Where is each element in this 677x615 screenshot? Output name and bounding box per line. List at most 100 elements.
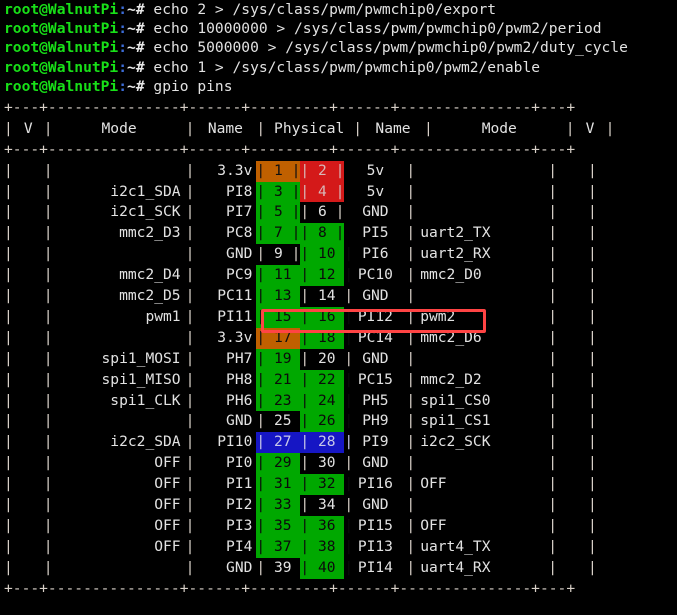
- table-row[interactable]: ||pwm1|PI11| 15 || 16 |PI12|pwm2||: [4, 306, 614, 328]
- cell-name-right: GND: [362, 287, 389, 305]
- table-row[interactable]: ||OFF|PI0| 29 || 30 |GND|||: [4, 453, 614, 475]
- cell-mode-right: spi1_CS1: [420, 412, 491, 430]
- pin-number-left: 27: [273, 433, 292, 451]
- column-divider: |: [548, 203, 557, 221]
- pin-cell-right[interactable]: | 30 |: [300, 453, 353, 475]
- pin-cell-left[interactable]: | 1 |: [256, 160, 301, 182]
- column-divider: |: [605, 119, 615, 137]
- pin-cell-right[interactable]: | 6 |: [300, 202, 345, 224]
- column-divider: |: [4, 537, 13, 555]
- pin-cell-left[interactable]: | 11 |: [256, 265, 309, 287]
- column-divider: |: [4, 245, 13, 263]
- pin-cell-right[interactable]: | 32 |: [300, 474, 353, 495]
- pin-cell-left[interactable]: | 17 |: [256, 327, 309, 349]
- column-divider: |: [548, 537, 557, 555]
- column-divider: |: [43, 558, 53, 576]
- pin-cell-right[interactable]: | 8 |: [300, 223, 345, 245]
- pin-cell-right[interactable]: | 14 |: [300, 286, 353, 307]
- table-row[interactable]: ||OFF|PI1| 31 || 32 |PI16|OFF||: [4, 474, 614, 495]
- pin-cell-left[interactable]: | 31 |: [256, 474, 309, 495]
- pin-number-right: 32: [317, 475, 336, 493]
- table-row[interactable]: | | mmc2_D3 | PC8 | 7 || 8 | PI5 | uart2_TX | |: [4, 223, 614, 245]
- pin-cell-left[interactable]: | 29 |: [256, 453, 309, 475]
- gpio-pin-table: +---+---------------+------+---------+--…: [4, 98, 614, 599]
- column-divider: |: [548, 516, 557, 534]
- pin-cell-left[interactable]: | 15 |: [256, 306, 309, 328]
- column-divider: |: [587, 370, 597, 388]
- table-row[interactable]: |||GND| 25 || 26 |PH9|spi1_CS1||: [4, 411, 614, 433]
- cell-mode-left: mmc2_D5: [119, 287, 181, 305]
- cell-mode-right: uart2_RX: [420, 245, 491, 263]
- prompt-path: ~: [127, 77, 136, 95]
- column-divider: |: [587, 495, 597, 513]
- table-row[interactable]: ||spi1_CLK|PH6| 23 || 24 |PH5|spi1_CS0||: [4, 390, 614, 412]
- column-divider: |: [43, 391, 53, 409]
- table-row[interactable]: | | i2c1_SCK | PI7 | 5 || 6 | GND | | |: [4, 202, 614, 224]
- prompt-path: ~: [127, 1, 136, 18]
- table-row[interactable]: ||mmc2_D5|PC11| 13 || 14 |GND|||: [4, 286, 614, 307]
- pin-cell-right[interactable]: | 38 |: [300, 536, 353, 558]
- cell-name-right: PI14: [357, 558, 393, 576]
- table-row[interactable]: ||spi1_MISO|PH8| 21 || 22 |PC15|mmc2_D2|…: [4, 369, 614, 391]
- pin-cell-right[interactable]: | 28 |: [300, 432, 353, 454]
- column-divider: |: [43, 307, 53, 325]
- pin-cell-right[interactable]: | 10 |: [300, 244, 353, 266]
- pin-cell-right[interactable]: | 16 |: [300, 306, 353, 328]
- pin-cell-right[interactable]: | 36 |: [300, 515, 353, 537]
- pin-cell-right[interactable]: | 12 |: [300, 265, 353, 287]
- pin-cell-right[interactable]: | 18 |: [300, 327, 353, 349]
- column-divider: |: [4, 119, 13, 137]
- column-divider: |: [587, 475, 597, 493]
- pin-cell-left[interactable]: | 19 |: [256, 348, 309, 370]
- prompt-sigil: #: [135, 58, 145, 76]
- pin-cell-right[interactable]: | 34 |: [300, 494, 353, 516]
- prompt-colon: :: [118, 77, 128, 95]
- column-divider: |: [43, 224, 53, 242]
- column-divider: |: [548, 454, 557, 472]
- pin-cell-left[interactable]: | 27 |: [256, 432, 309, 454]
- table-row[interactable]: |||3.3v| 17 || 18 |PC14|mmc2_D6||: [4, 327, 614, 349]
- pin-cell-right[interactable]: | 26 |: [300, 411, 353, 433]
- pin-cell-right[interactable]: | 2 |: [300, 160, 345, 182]
- pin-cell-left[interactable]: | 21 |: [256, 369, 309, 391]
- column-divider: |: [43, 433, 53, 451]
- pin-cell-left[interactable]: | 23 |: [256, 390, 309, 412]
- pin-cell-right[interactable]: | 40 |: [300, 557, 353, 579]
- pin-cell-left[interactable]: | 5 |: [256, 202, 301, 224]
- table-row[interactable]: | | i2c1_SDA | PI8 | 3 || 4 | 5v | | |: [4, 181, 614, 203]
- table-row[interactable]: ||spi1_MOSI|PH7| 19 || 20 |GND|||: [4, 348, 614, 370]
- table-row[interactable]: ||i2c2_SDA|PI10| 27 || 28 |PI9|i2c2_SCK|…: [4, 432, 614, 454]
- table-row[interactable]: ||mmc2_D4|PC9| 11 || 12 |PC10|mmc2_D0||: [4, 265, 614, 287]
- pin-cell-right[interactable]: | 24 |: [300, 390, 353, 412]
- header-v-right: V: [585, 119, 595, 137]
- column-divider: |: [587, 433, 597, 451]
- table-row[interactable]: | | | GND | 9 || 10 | PI6 | uart2_RX | |: [4, 244, 614, 266]
- column-divider: |: [548, 266, 557, 284]
- pin-number-right: 12: [317, 266, 336, 284]
- pin-cell-left[interactable]: | 33 |: [256, 494, 309, 516]
- table-row[interactable]: ||OFF|PI4| 37 || 38 |PI13|uart4_TX||: [4, 536, 614, 558]
- table-row[interactable]: |||GND| 39 || 40 |PI14|uart4_RX||: [4, 557, 614, 579]
- pin-cell-left[interactable]: | 3 |: [256, 181, 301, 203]
- pin-cell-right[interactable]: | 4 |: [300, 181, 345, 203]
- cell-name-left: PI10: [217, 433, 253, 451]
- pin-cell-left[interactable]: | 7 |: [256, 223, 301, 245]
- pin-cell-left[interactable]: | 39 |: [256, 557, 309, 579]
- table-row[interactable]: | | | 3.3v | 1 || 2 | 5v | | |: [4, 160, 614, 182]
- table-row[interactable]: ||OFF|PI2| 33 || 34 |GND|||: [4, 494, 614, 516]
- pin-cell-left[interactable]: | 35 |: [256, 515, 309, 537]
- column-divider: |: [185, 119, 195, 137]
- pin-cell-left[interactable]: | 25 |: [256, 411, 309, 433]
- table-row[interactable]: ||OFF|PI3| 35 || 36 |PI15|OFF||: [4, 515, 614, 537]
- cell-name-left: 3.3v: [217, 161, 253, 179]
- pin-cell-left[interactable]: | 37 |: [256, 536, 309, 558]
- pin-number-right: 10: [317, 245, 336, 263]
- column-divider: |: [43, 516, 53, 534]
- cell-mode-left: spi1_MISO: [101, 370, 181, 388]
- pin-cell-right[interactable]: | 22 |: [300, 369, 353, 391]
- pin-cell-right[interactable]: | 20 |: [300, 348, 353, 370]
- pin-cell-left[interactable]: | 13 |: [256, 286, 309, 307]
- pin-cell-left[interactable]: | 9 |: [256, 244, 301, 266]
- terminal-window[interactable]: root@WalnutPi:~# echo 2 > /sys/class/pwm…: [0, 0, 677, 615]
- cell-name-left: PI7: [226, 203, 253, 221]
